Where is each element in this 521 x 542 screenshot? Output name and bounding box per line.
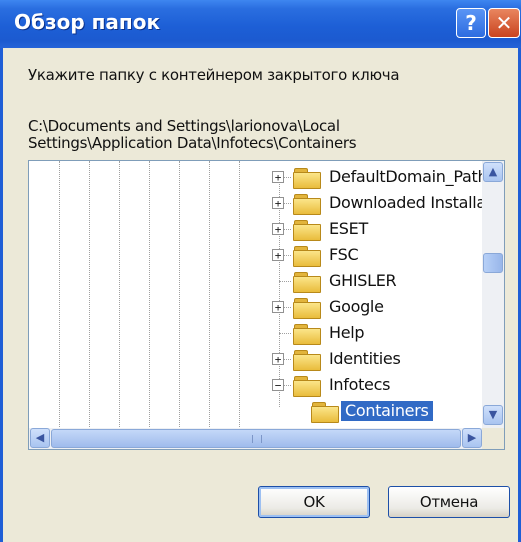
close-button[interactable]: ✕ xyxy=(488,8,520,38)
open-folder-icon xyxy=(293,376,321,397)
tree-guide-line xyxy=(239,161,240,429)
scroll-down-icon[interactable]: ▼ xyxy=(483,405,503,425)
folder-icon xyxy=(293,298,321,319)
folder-icon xyxy=(293,194,321,215)
open-folder-icon xyxy=(311,402,339,423)
tree-guide-line xyxy=(179,161,180,429)
folder-icon xyxy=(293,168,321,189)
tree-item-help[interactable]: Help xyxy=(269,321,484,347)
folder-tree[interactable]: + DefaultDomain_Path + Downloaded Instal… xyxy=(28,160,505,450)
browse-folder-dialog: Обзор папок ? ✕ Укажите папку с контейне… xyxy=(0,0,521,542)
cancel-button[interactable]: Отмена xyxy=(388,486,510,518)
tree-item-fsc[interactable]: + FSC xyxy=(269,243,484,269)
tree-item-label: Infotecs xyxy=(329,375,391,394)
folder-icon xyxy=(293,350,321,371)
window-title: Обзор папок xyxy=(14,10,161,34)
tree-item-ghisler[interactable]: GHISLER xyxy=(269,269,484,295)
tree-item-google[interactable]: + Google xyxy=(269,295,484,321)
tree-item-label: Help xyxy=(329,323,365,342)
scroll-right-icon[interactable]: ▶ xyxy=(462,428,482,448)
grip-icon xyxy=(252,435,262,443)
tree-guide-line xyxy=(119,161,120,429)
folder-icon xyxy=(293,272,321,293)
selected-path: C:\Documents and Settings\larionova\Loca… xyxy=(28,118,498,152)
collapse-toggle[interactable]: − xyxy=(272,379,284,391)
folder-icon xyxy=(293,246,321,267)
tree-item-label: DefaultDomain_Path xyxy=(329,167,488,186)
tree-item-label: Google xyxy=(329,297,384,316)
horizontal-scrollbar[interactable]: ◀ ▶ xyxy=(29,428,484,449)
help-button[interactable]: ? xyxy=(456,8,486,38)
tree-item-identities[interactable]: + Identities xyxy=(269,347,484,373)
tree-item-label: Downloaded Installat xyxy=(329,193,492,212)
tree-item-label: ESET xyxy=(329,219,368,238)
tree-guide-line xyxy=(149,161,150,429)
expand-toggle[interactable]: + xyxy=(272,249,284,261)
scrollbar-corner xyxy=(482,428,504,449)
tree-item-label-selected: Containers xyxy=(341,401,433,421)
folder-icon xyxy=(293,324,321,345)
tree-item-containers[interactable]: Containers xyxy=(297,399,504,425)
tree-guide-line xyxy=(59,161,60,429)
expand-toggle[interactable]: + xyxy=(272,223,284,235)
window-frame-left xyxy=(0,48,3,542)
title-bar[interactable]: Обзор папок ? ✕ xyxy=(0,0,521,48)
tree-item-downloaded-installations[interactable]: + Downloaded Installat xyxy=(269,191,492,217)
expand-toggle[interactable]: + xyxy=(272,353,284,365)
tree-guide-line xyxy=(89,161,90,429)
tree-item-label: FSC xyxy=(329,245,359,264)
tree-item-infotecs[interactable]: − Infotecs xyxy=(269,373,484,399)
expand-toggle[interactable]: + xyxy=(272,171,284,183)
tree-item-label: GHISLER xyxy=(329,271,397,290)
expand-toggle[interactable]: + xyxy=(272,197,284,209)
expand-toggle[interactable]: + xyxy=(272,301,284,313)
scroll-up-icon[interactable]: ▲ xyxy=(483,162,503,182)
ok-button[interactable]: OK xyxy=(258,486,370,518)
horizontal-scroll-thumb[interactable] xyxy=(51,429,461,448)
tree-item-defaultdomain-path[interactable]: + DefaultDomain_Path xyxy=(269,165,488,191)
path-line-2: Settings\Application Data\Infotecs\Conta… xyxy=(28,134,357,152)
instruction-text: Укажите папку с контейнером закрытого кл… xyxy=(28,66,400,84)
vertical-scrollbar[interactable]: ▲ ▼ xyxy=(482,161,504,429)
vertical-scroll-thumb[interactable] xyxy=(483,253,503,273)
scroll-left-icon[interactable]: ◀ xyxy=(30,428,50,448)
tree-guide-line xyxy=(209,161,210,429)
tree-item-label: Identities xyxy=(329,349,401,368)
folder-icon xyxy=(293,220,321,241)
path-line-1: C:\Documents and Settings\larionova\Loca… xyxy=(28,118,340,135)
tree-item-eset[interactable]: + ESET xyxy=(269,217,484,243)
